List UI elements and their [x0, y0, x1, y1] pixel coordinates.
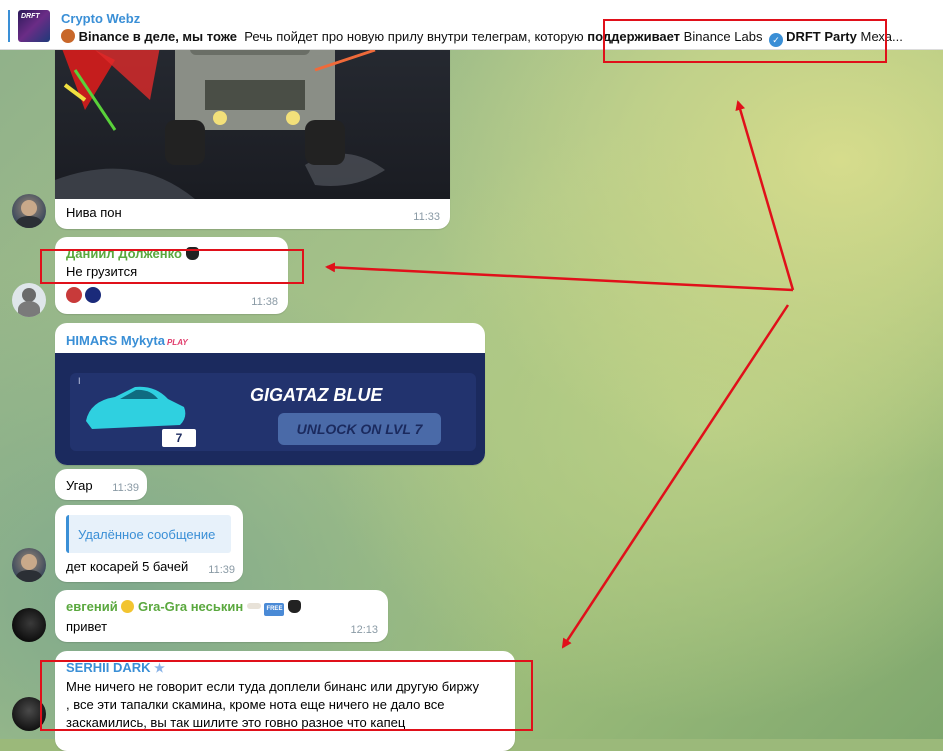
channel-name[interactable]: Crypto Webz — [61, 11, 140, 26]
message-bubble-himars[interactable]: HIMARS Mykyta PLAY I 7 GIGATAZ BLUE UNLOC… — [55, 323, 485, 465]
reaction-avatar-icon[interactable] — [66, 287, 82, 303]
thumbnail-logo-text: DRFT — [21, 13, 40, 20]
message-bubble-ugar[interactable]: Угар 11:39 — [55, 469, 147, 500]
reaction-avatar-icon[interactable] — [85, 287, 101, 303]
card-inner-panel: I 7 GIGATAZ BLUE UNLOCK ON LVL 7 — [70, 373, 476, 451]
author-name-2: Gra-Gra неськин — [137, 599, 244, 614]
preview-bold-title: Binance в деле, мы тоже — [78, 29, 238, 44]
message-time: 11:39 — [208, 564, 235, 576]
author-badge: PLAY — [166, 338, 188, 347]
cat-emoji-icon — [288, 600, 302, 613]
message-bubble-reply[interactable]: Удалённое сообщение дет косарей 5 бачей … — [55, 505, 243, 582]
annotation-box-header — [603, 19, 887, 63]
game-card-image[interactable]: I 7 GIGATAZ BLUE UNLOCK ON LVL 7 — [55, 353, 485, 465]
car-icon — [86, 386, 186, 429]
author-name[interactable]: евгений — [66, 599, 118, 614]
avatar-daniil[interactable] — [12, 283, 46, 317]
channel-thumbnail: DRFT — [18, 10, 50, 42]
bone-emoji-icon — [246, 603, 261, 609]
face-emoji-icon — [121, 600, 135, 613]
pinned-accent-line — [8, 10, 10, 42]
free-badge: FREE — [264, 603, 285, 616]
reply-quote[interactable]: Удалённое сообщение — [66, 515, 231, 553]
unlock-button[interactable]: UNLOCK ON LVL 7 — [278, 413, 441, 445]
message-time: 11:39 — [112, 482, 139, 494]
message-text: Угар — [66, 478, 93, 493]
author-line: евгений Gra-Gra неськин FREE — [66, 599, 302, 616]
author-line: HIMARS Mykyta PLAY — [66, 333, 188, 348]
preview-text: Речь пойдет про новую прилу внутри телег… — [244, 29, 584, 44]
avatar-user-1[interactable] — [12, 194, 46, 228]
avatar-evgeniy[interactable] — [12, 608, 46, 642]
message-bubble-evgeniy[interactable]: евгений Gra-Gra неськин FREE привет 12:1… — [55, 590, 388, 642]
fire-emoji-icon — [61, 29, 75, 43]
annotation-box-daniil — [40, 249, 304, 284]
message-text: привет — [66, 619, 108, 634]
message-time: 12:13 — [350, 624, 378, 636]
message-text: дет косарей 5 бачей — [66, 559, 189, 574]
reactions-row[interactable] — [66, 287, 104, 306]
annotation-box-serhii — [40, 660, 533, 731]
message-time: 11:33 — [413, 211, 440, 223]
author-name[interactable]: HIMARS Mykyta — [66, 333, 165, 348]
message-time: 11:38 — [251, 296, 278, 308]
level-box: 7 — [162, 429, 196, 447]
message-text: Нива пон — [66, 205, 122, 220]
card-title: GIGATAZ BLUE — [250, 385, 383, 405]
reply-text: Удалённое сообщение — [78, 527, 216, 542]
avatar-user-1b[interactable] — [12, 548, 46, 582]
